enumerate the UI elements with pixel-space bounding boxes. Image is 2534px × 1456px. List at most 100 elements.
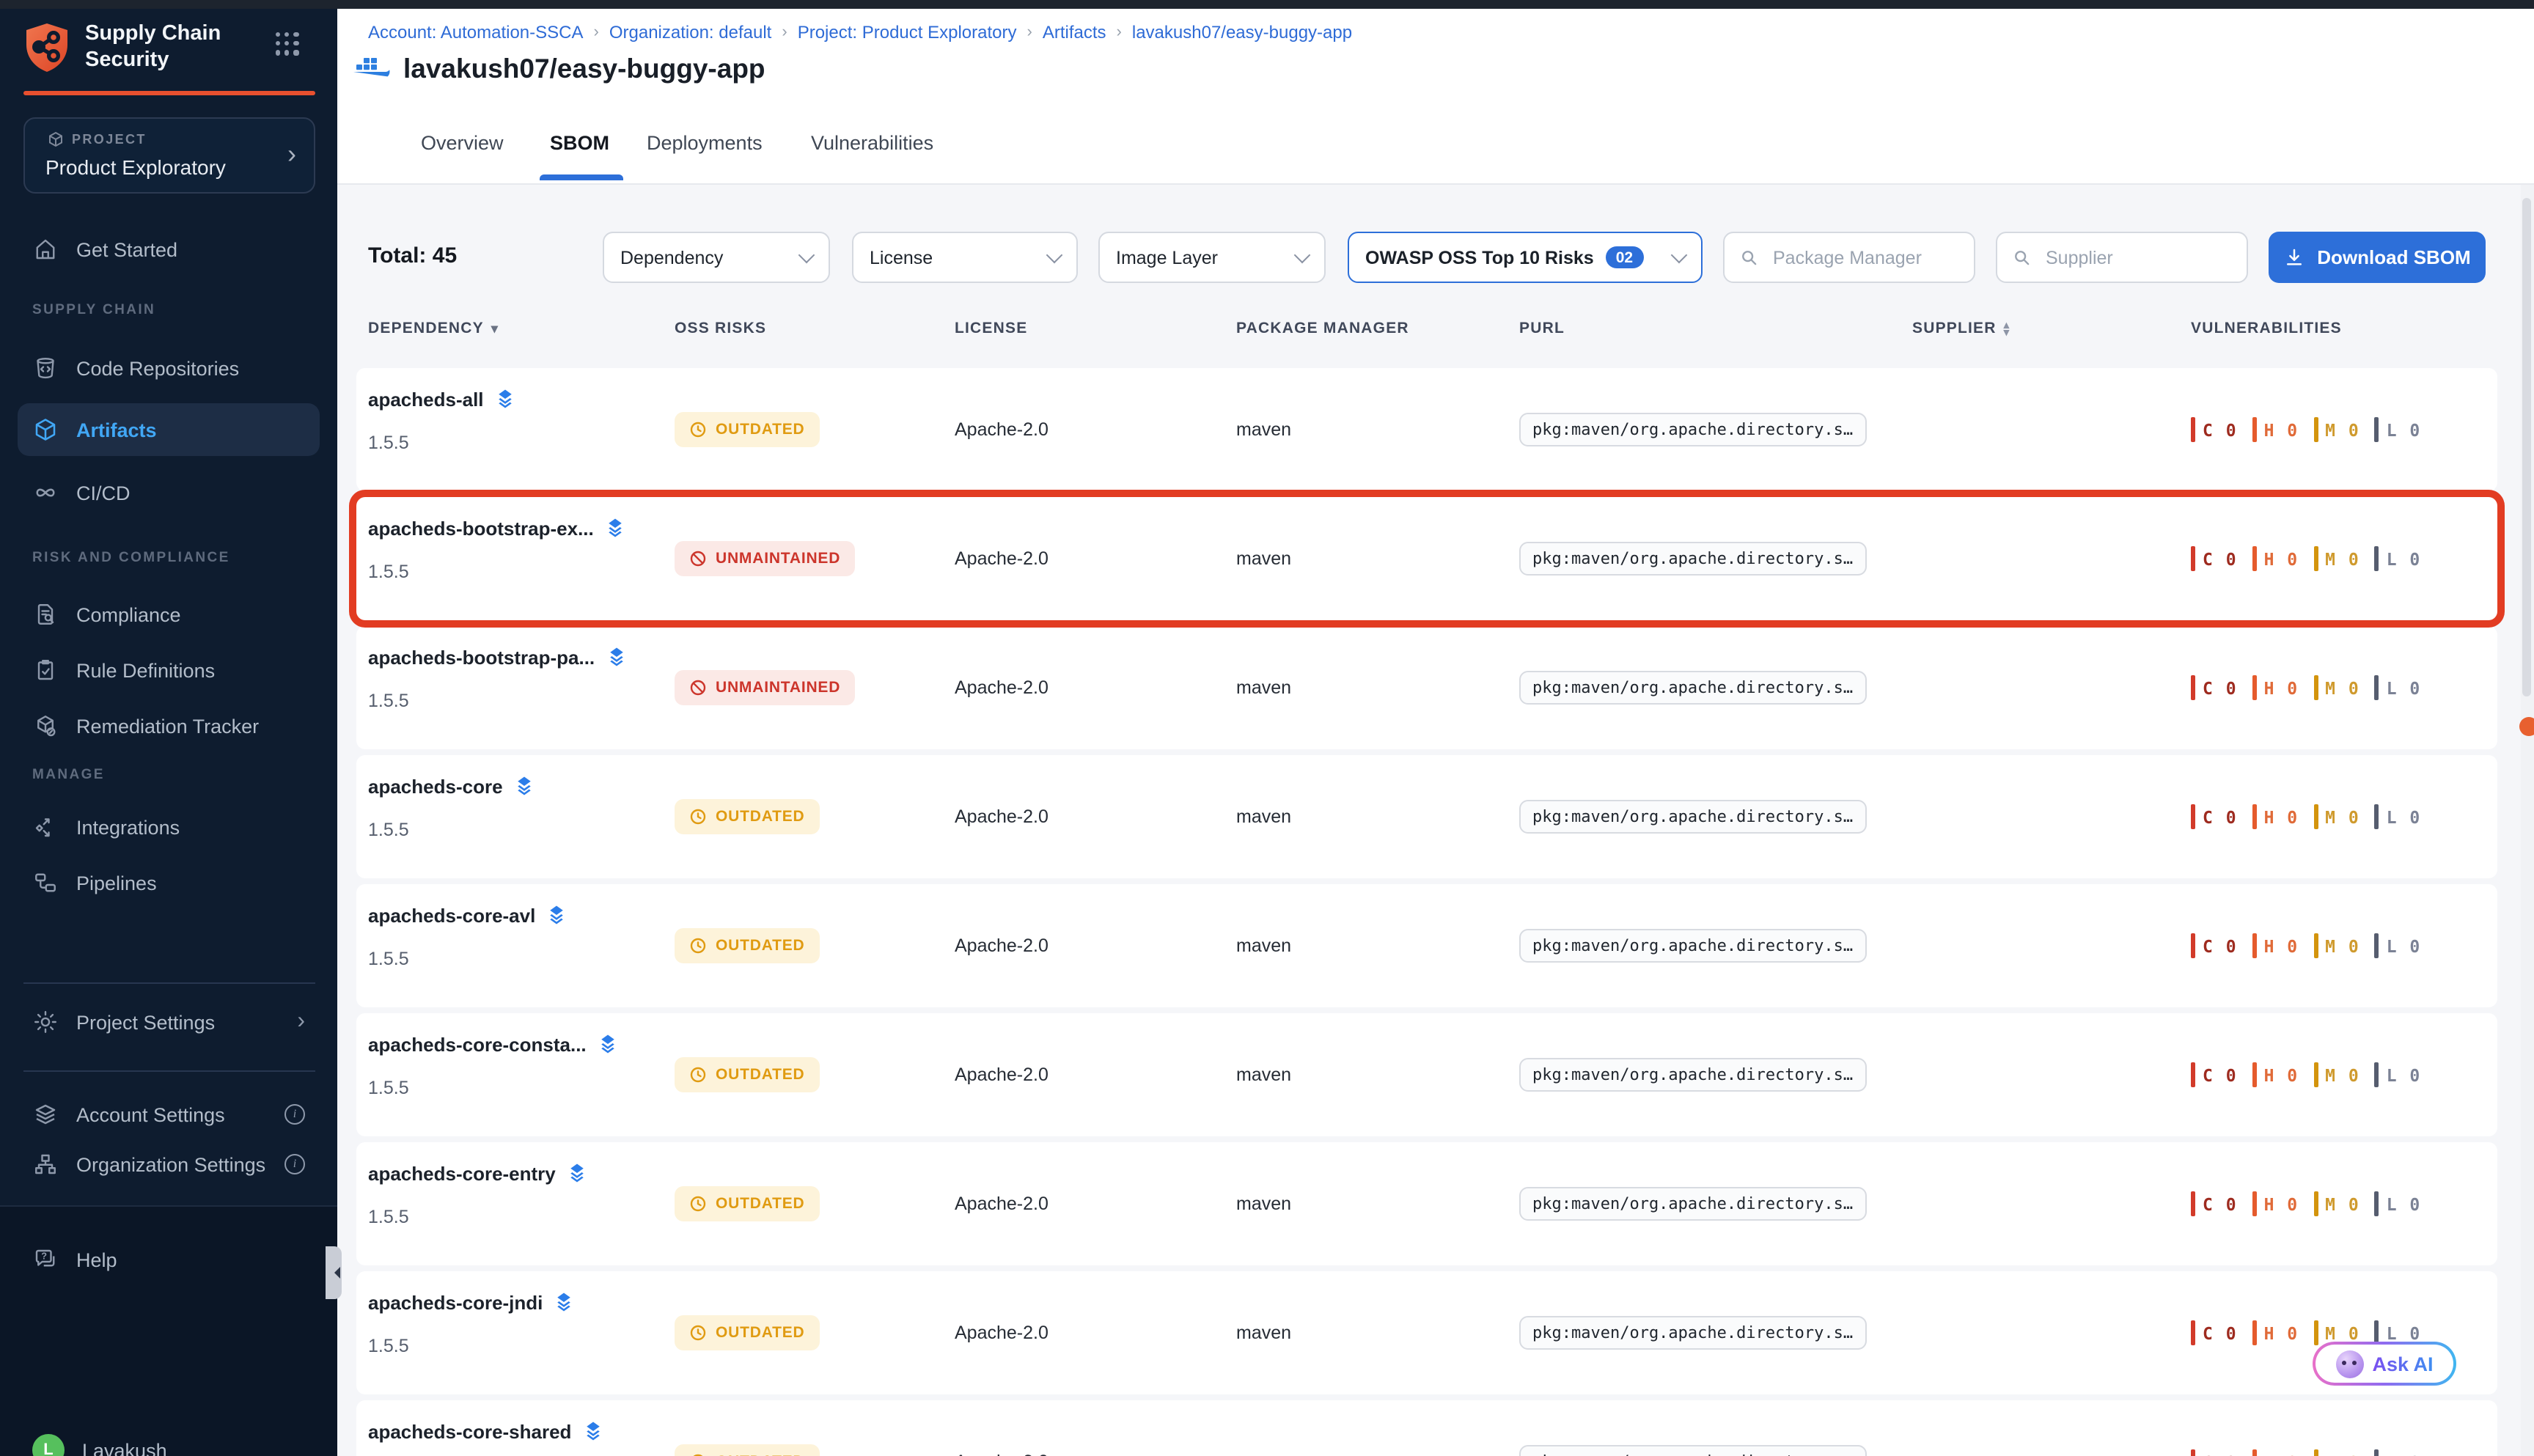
severity-count-label: H 0 xyxy=(2264,1323,2299,1343)
table-row[interactable]: apacheds-core-avl 1.5.5 OUTDATED Apache-… xyxy=(356,884,2497,1007)
purl-chip[interactable]: pkg:maven/org.apache.directory.s… xyxy=(1519,800,1866,834)
sidebar-item-pipelines[interactable]: Pipelines xyxy=(18,856,320,909)
table-row[interactable]: apacheds-all 1.5.5 OUTDATED Apache-2.0 m… xyxy=(356,368,2497,491)
sidebar-item-get-started[interactable]: Get Started xyxy=(18,223,320,276)
package-manager-cell: maven xyxy=(1236,1452,1291,1456)
sidebar-item-remediation-tracker[interactable]: Remediation Tracker xyxy=(18,699,320,752)
breadcrumb-item[interactable]: lavakush07/easy-buggy-app xyxy=(1132,22,1352,43)
sidebar-item-integrations[interactable]: Integrations xyxy=(18,801,320,853)
tab-sbom[interactable]: SBOM xyxy=(550,132,609,154)
table-row[interactable]: apacheds-core 1.5.5 OUTDATED Apache-2.0 … xyxy=(356,755,2497,878)
tab-vulnerabilities[interactable]: Vulnerabilities xyxy=(811,132,933,154)
dependency-cell: apacheds-bootstrap-pa... 1.5.5 xyxy=(368,645,627,711)
supplier-input[interactable] xyxy=(2043,246,2232,269)
filter-dependency-dropdown[interactable]: Dependency xyxy=(603,232,830,283)
severity-count-label: C 0 xyxy=(2203,1194,2238,1214)
dependency-cell: apacheds-all 1.5.5 xyxy=(368,387,516,453)
filter-owasp-dropdown[interactable]: OWASP OSS Top 10 Risks 02 xyxy=(1348,232,1703,283)
column-vulnerabilities: VULNERABILITIES xyxy=(2191,320,2342,337)
project-selector[interactable]: PROJECT Product Exploratory › xyxy=(23,117,315,194)
sidebar-collapse-handle[interactable] xyxy=(326,1246,342,1299)
severity-count-label: M 0 xyxy=(2325,1194,2360,1214)
page-header: Account: Automation-SSCA›Organization: d… xyxy=(337,9,2534,185)
sidebar-item-ci-cd[interactable]: CI/CD xyxy=(18,466,320,519)
purl-chip[interactable]: pkg:maven/org.apache.directory.s… xyxy=(1519,1058,1866,1092)
info-icon[interactable]: i xyxy=(284,1154,305,1174)
sidebar-item-label: Get Started xyxy=(76,238,177,260)
vuln-critical-count: C 0 xyxy=(2191,1320,2238,1345)
layers-icon xyxy=(597,1032,619,1056)
breadcrumb-item[interactable]: Artifacts xyxy=(1043,22,1106,43)
severity-bar-icon xyxy=(2252,1062,2257,1087)
sidebar-item-organization-settings[interactable]: Organization Settings i xyxy=(18,1138,320,1191)
dependency-name: apacheds-core-consta... xyxy=(368,1033,587,1055)
tab-deployments[interactable]: Deployments xyxy=(647,132,763,154)
purl-chip[interactable]: pkg:maven/org.apache.directory.s… xyxy=(1519,1445,1866,1456)
sidebar-item-artifacts[interactable]: Artifacts xyxy=(18,403,320,456)
purl-cell: pkg:maven/org.apache.directory.s… xyxy=(1519,800,1866,834)
purl-chip[interactable]: pkg:maven/org.apache.directory.s… xyxy=(1519,671,1866,705)
breadcrumb-item[interactable]: Organization: default xyxy=(609,22,772,43)
purl-chip[interactable]: pkg:maven/org.apache.directory.s… xyxy=(1519,413,1866,446)
sidebar-item-label: Artifacts xyxy=(76,419,157,441)
oss-risk-cell: OUTDATED xyxy=(675,799,820,834)
info-icon[interactable]: i xyxy=(284,1104,305,1125)
severity-count-label: H 0 xyxy=(2264,1065,2299,1085)
supplier-search[interactable] xyxy=(1996,232,2248,283)
app-logo-header: Supply Chain Security xyxy=(23,21,315,79)
vuln-high-count: H 0 xyxy=(2252,1062,2299,1087)
app-switcher-grid-icon[interactable] xyxy=(276,32,299,56)
filter-image-layer-dropdown[interactable]: Image Layer xyxy=(1098,232,1326,283)
purl-chip[interactable]: pkg:maven/org.apache.directory.s… xyxy=(1519,1187,1866,1221)
column-dependency[interactable]: DEPENDENCY▾ xyxy=(368,320,499,337)
infinity-icon xyxy=(32,479,59,506)
sidebar-item-help[interactable]: ? Help xyxy=(18,1233,320,1286)
breadcrumb-item[interactable]: Project: Product Exploratory xyxy=(798,22,1017,43)
dependency-version: 1.5.5 xyxy=(368,691,627,711)
chevron-down-icon xyxy=(798,246,815,263)
risk-status-icon xyxy=(689,421,707,438)
oss-risk-cell: OUTDATED xyxy=(675,1444,820,1456)
sidebar-item-project-settings[interactable]: Project Settings › xyxy=(18,996,320,1048)
sidebar-item-rule-definitions[interactable]: Rule Definitions xyxy=(18,644,320,696)
purl-chip[interactable]: pkg:maven/org.apache.directory.s… xyxy=(1519,1316,1866,1350)
sidebar-item-label: Remediation Tracker xyxy=(76,715,259,737)
purl-chip[interactable]: pkg:maven/org.apache.directory.s… xyxy=(1519,929,1866,963)
sidebar-item-label: Rule Definitions xyxy=(76,659,215,681)
package-manager-input[interactable] xyxy=(1770,246,1959,269)
sidebar-item-account-settings[interactable]: Account Settings i xyxy=(18,1088,320,1141)
oss-risk-badge: UNMAINTAINED xyxy=(675,670,855,705)
sidebar-item-code-repositories[interactable]: Code Repositories xyxy=(18,342,320,394)
severity-bar-icon xyxy=(2375,675,2379,700)
vuln-low-count: L 0 xyxy=(2375,1062,2422,1087)
purl-chip[interactable]: pkg:maven/org.apache.directory.s… xyxy=(1519,542,1866,576)
dependency-version: 1.5.5 xyxy=(368,1078,619,1098)
download-sbom-button[interactable]: Download SBOM xyxy=(2269,232,2486,283)
severity-bar-icon xyxy=(2191,1062,2195,1087)
box-fix-icon xyxy=(32,713,59,739)
vulnerability-counts: C 0H 0M 0L 0 xyxy=(2191,1191,2421,1216)
oss-risk-badge: OUTDATED xyxy=(675,412,820,447)
table-row[interactable]: apacheds-core-consta... 1.5.5 OUTDATED A… xyxy=(356,1013,2497,1136)
column-supplier[interactable]: SUPPLIER▴▾ xyxy=(1912,320,2010,337)
table-row[interactable]: apacheds-bootstrap-pa... 1.5.5 UNMAINTAI… xyxy=(356,626,2497,749)
breadcrumb-item[interactable]: Account: Automation-SSCA xyxy=(368,22,584,43)
risk-status-icon xyxy=(689,1453,707,1456)
table-row[interactable]: apacheds-bootstrap-ex... 1.5.5 UNMAINTAI… xyxy=(356,497,2497,620)
filter-license-dropdown[interactable]: License xyxy=(852,232,1078,283)
ask-ai-button[interactable]: Ask AI xyxy=(2313,1342,2456,1386)
vuln-high-count: H 0 xyxy=(2252,546,2299,571)
dependency-cell: apacheds-core 1.5.5 xyxy=(368,774,535,840)
oss-risk-badge: OUTDATED xyxy=(675,1315,820,1350)
package-manager-cell: maven xyxy=(1236,1194,1291,1214)
scrollbar-thumb[interactable] xyxy=(2522,198,2531,696)
user-menu[interactable]: L Lavakush xyxy=(18,1424,320,1456)
sidebar-footer: ? Help L Lavakush xyxy=(0,1205,337,1456)
table-row[interactable]: apacheds-core-entry 1.5.5 OUTDATED Apach… xyxy=(356,1142,2497,1265)
sidebar-item-compliance[interactable]: Compliance xyxy=(18,588,320,641)
purl-cell: pkg:maven/org.apache.directory.s… xyxy=(1519,542,1866,576)
package-manager-search[interactable] xyxy=(1723,232,1975,283)
table-row[interactable]: apacheds-core-jndi 1.5.5 OUTDATED Apache… xyxy=(356,1271,2497,1394)
table-row[interactable]: apacheds-core-shared 1.5.5 OUTDATED Apac… xyxy=(356,1400,2497,1456)
tab-overview[interactable]: Overview xyxy=(421,132,504,154)
